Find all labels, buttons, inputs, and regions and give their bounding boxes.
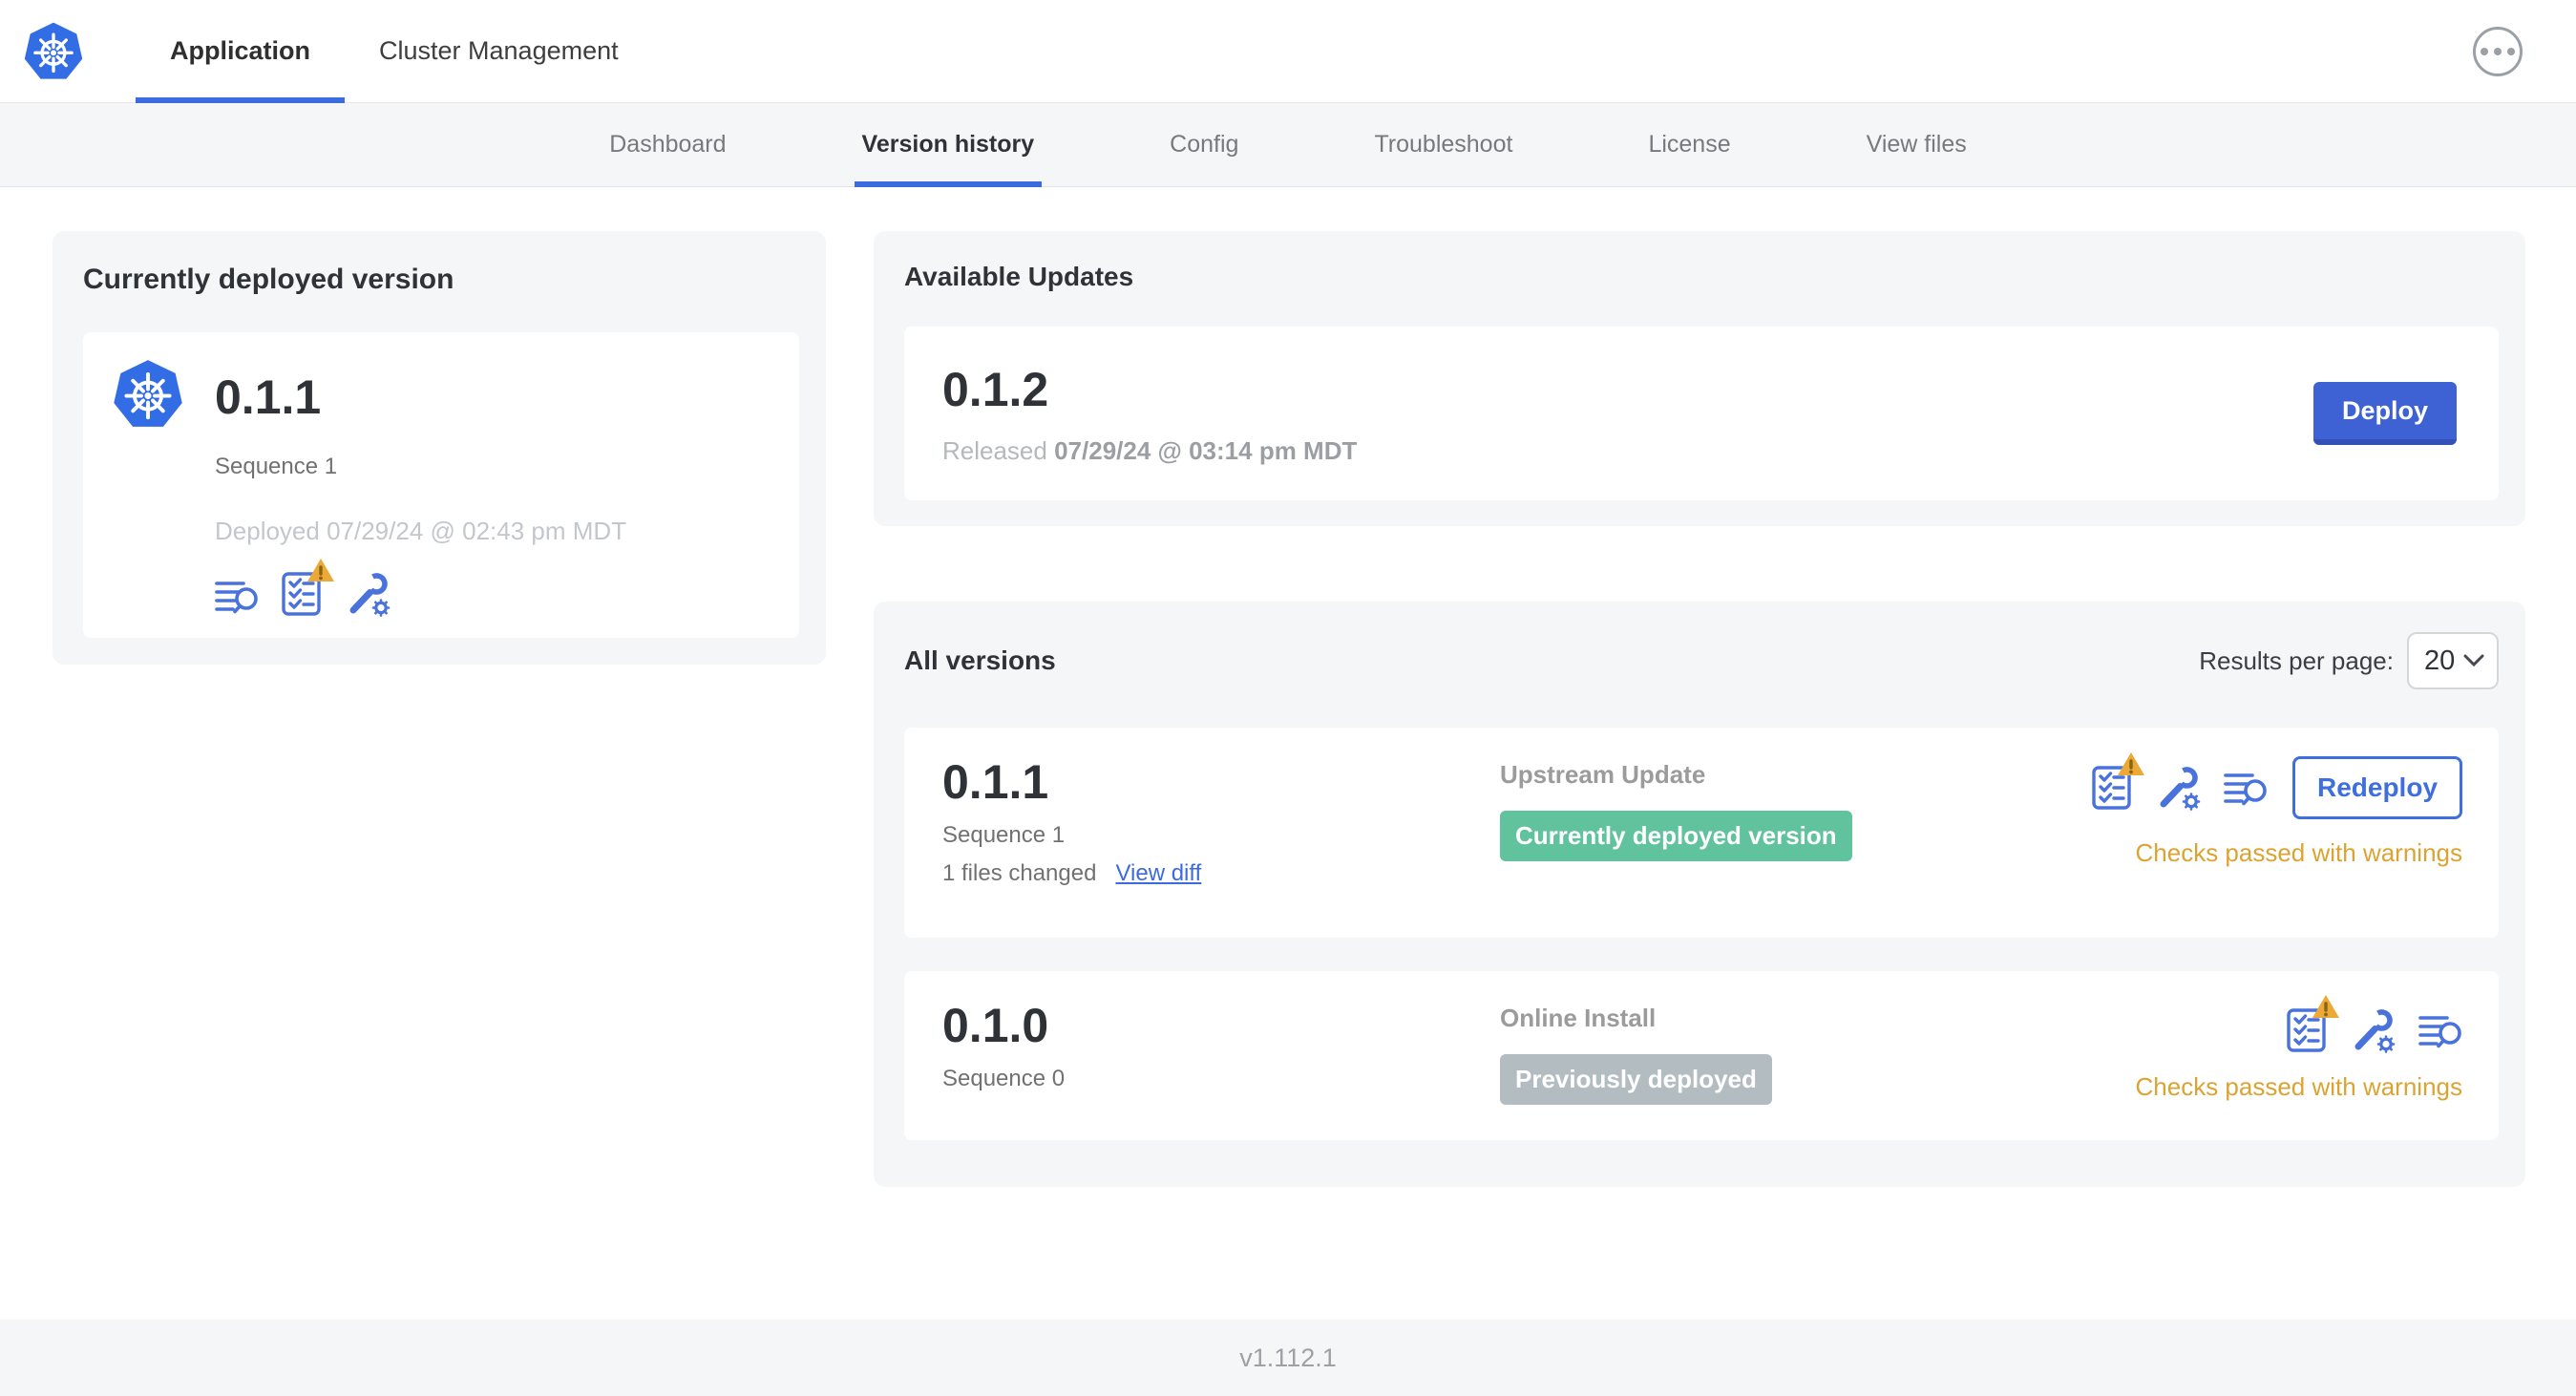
tab-application[interactable]: Application xyxy=(136,0,345,103)
preflight-status-link[interactable]: Checks passed with warnings xyxy=(2136,838,2463,868)
admin-console-page: Application Cluster Management Dashboard… xyxy=(0,0,2576,1396)
tab-license[interactable]: License xyxy=(1640,103,1738,186)
config-icon[interactable] xyxy=(2350,1007,2396,1053)
footer: v1.112.1 xyxy=(0,1320,2576,1396)
current-version-deployed-timestamp: Deployed 07/29/24 @ 02:43 pm MDT xyxy=(215,517,627,545)
currently-deployed-section: Currently deployed version 0.1.1 Sequenc… xyxy=(53,231,826,665)
update-released-timestamp: Released 07/29/24 @ 03:14 pm MDT xyxy=(942,436,1357,466)
tab-dashboard[interactable]: Dashboard xyxy=(602,103,733,186)
redeploy-button[interactable]: Redeploy xyxy=(2292,756,2462,819)
preflight-status-link[interactable]: Checks passed with warnings xyxy=(2136,1072,2463,1102)
released-label: Released xyxy=(942,435,1047,465)
tab-view-files[interactable]: View files xyxy=(1859,103,1974,186)
row-version-number: 0.1.1 xyxy=(942,755,1049,809)
currently-deployed-title: Currently deployed version xyxy=(83,264,454,295)
tab-version-history[interactable]: Version history xyxy=(854,103,1043,187)
row-version-number: 0.1.0 xyxy=(942,999,1049,1052)
files-changed-label: 1 files changed xyxy=(942,860,1097,886)
app-sub-nav: Dashboard Version history Config Trouble… xyxy=(0,103,2576,187)
config-icon[interactable] xyxy=(2155,765,2201,811)
row-sequence: Sequence 1 xyxy=(942,822,1066,848)
preflight-checks-warning-icon[interactable] xyxy=(2092,751,2145,811)
all-versions-title: All versions xyxy=(904,645,1056,675)
version-row: 0.1.1 Sequence 1 1 files changed View di… xyxy=(904,728,2499,938)
app-kubernetes-logo-icon xyxy=(110,357,186,436)
deploy-button[interactable]: Deploy xyxy=(2313,382,2457,445)
released-date: 07/29/24 @ 03:14 pm MDT xyxy=(1054,435,1358,465)
chevron-down-icon xyxy=(2463,654,2484,667)
preflight-checks-warning-icon[interactable] xyxy=(282,558,335,617)
update-version-number: 0.1.2 xyxy=(942,362,1049,416)
results-per-page-value: 20 xyxy=(2424,645,2456,676)
current-version-sequence: Sequence 1 xyxy=(215,454,338,479)
release-notes-icon[interactable] xyxy=(2224,767,2268,809)
tab-cluster-management[interactable]: Cluster Management xyxy=(345,0,653,102)
results-per-page-label: Results per page: xyxy=(2199,645,2394,675)
top-nav: Application Cluster Management xyxy=(0,0,2576,103)
status-badge: Currently deployed version xyxy=(1500,811,1852,861)
status-badge: Previously deployed xyxy=(1500,1054,1772,1105)
row-sequence: Sequence 0 xyxy=(942,1066,1066,1091)
release-notes-icon[interactable] xyxy=(215,575,259,617)
release-notes-icon[interactable] xyxy=(2418,1009,2462,1051)
ellipsis-icon xyxy=(2507,47,2515,55)
warning-triangle-icon xyxy=(306,558,335,582)
warning-triangle-icon xyxy=(2312,994,2340,1019)
warning-triangle-icon xyxy=(2117,751,2145,776)
kubernetes-logo-icon xyxy=(21,0,86,102)
row-source-label: Upstream Update xyxy=(1500,760,1706,789)
available-update-card: 0.1.2 Released 07/29/24 @ 03:14 pm MDT D… xyxy=(904,327,2499,500)
available-updates-panel: Available Updates 0.1.2 Released 07/29/2… xyxy=(874,231,2525,526)
console-version-label: v1.112.1 xyxy=(1239,1343,1337,1372)
updates-and-versions-section: Available Updates 0.1.2 Released 07/29/2… xyxy=(874,231,2525,1187)
preflight-checks-warning-icon[interactable] xyxy=(2287,994,2340,1053)
config-icon[interactable] xyxy=(345,571,391,617)
overflow-menu-button[interactable] xyxy=(2473,26,2523,76)
version-row: 0.1.0 Sequence 0 Online Install Previous… xyxy=(904,971,2499,1140)
available-updates-title: Available Updates xyxy=(904,262,1134,291)
tab-troubleshoot[interactable]: Troubleshoot xyxy=(1366,103,1520,186)
all-versions-panel: All versions Results per page: 20 0.1.1 … xyxy=(874,602,2525,1187)
ellipsis-icon xyxy=(2481,47,2488,55)
current-version-card: 0.1.1 Sequence 1 Deployed 07/29/24 @ 02:… xyxy=(83,332,799,638)
row-source-label: Online Install xyxy=(1500,1004,1657,1032)
tab-config[interactable]: Config xyxy=(1162,103,1246,186)
view-diff-link[interactable]: View diff xyxy=(1115,860,1201,887)
current-version-number: 0.1.1 xyxy=(215,370,322,424)
version-history-content: Currently deployed version 0.1.1 Sequenc… xyxy=(0,187,2576,1320)
results-per-page-select[interactable]: 20 xyxy=(2407,632,2499,689)
ellipsis-icon xyxy=(2494,47,2502,55)
currently-deployed-panel: Currently deployed version 0.1.1 Sequenc… xyxy=(53,231,826,665)
